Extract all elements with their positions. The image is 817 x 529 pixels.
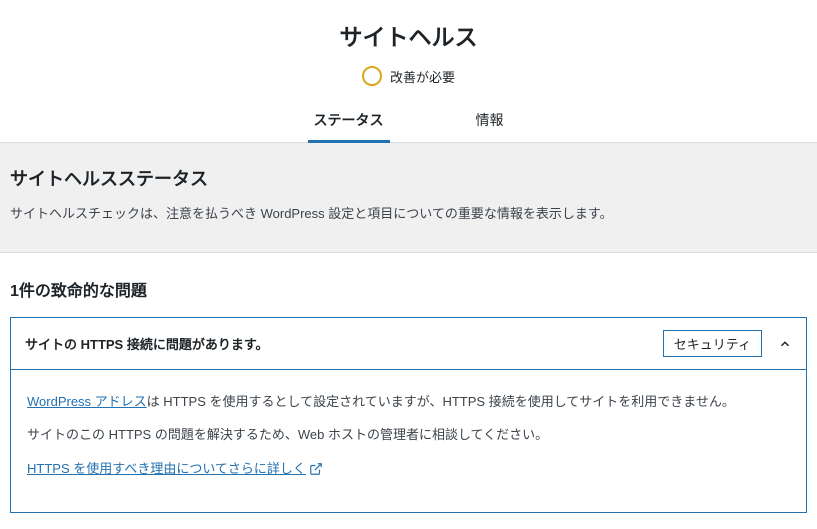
indicator-label: 改善が必要 <box>390 67 455 86</box>
status-heading: サイトヘルスステータス <box>10 165 807 191</box>
progress-circle-icon <box>362 66 382 86</box>
issue-title: サイトの HTTPS 接続に問題があります。 <box>25 334 269 353</box>
tabs: ステータス 情報 <box>0 102 817 143</box>
issue-p1: WordPress アドレスは HTTPS を使用するとして設定されていますが、… <box>27 390 790 413</box>
chevron-up-icon <box>778 337 792 351</box>
https-learn-more-link[interactable]: HTTPS を使用すべき理由についてさらに詳しく <box>27 461 306 476</box>
issue-p2: サイトのこの HTTPS の問題を解決するため、Web ホストの管理者に相談して… <box>27 423 790 446</box>
status-desc: サイトヘルスチェックは、注意を払うべき WordPress 設定と項目についての… <box>10 203 807 222</box>
issue-body: WordPress アドレスは HTTPS を使用するとして設定されていますが、… <box>11 370 806 512</box>
issue-link-row: HTTPS を使用すべき理由についてさらに詳しく <box>27 457 790 480</box>
wp-address-link[interactable]: WordPress アドレス <box>27 394 147 409</box>
external-link-icon <box>309 462 323 476</box>
tab-info[interactable]: 情報 <box>470 102 510 142</box>
tab-status[interactable]: ステータス <box>308 102 390 143</box>
security-badge: セキュリティ <box>663 330 762 357</box>
page-title: サイトヘルス <box>0 18 817 52</box>
issue-item: サイトの HTTPS 接続に問題があります。 セキュリティ WordPress … <box>10 317 807 513</box>
issue-header[interactable]: サイトの HTTPS 接続に問題があります。 セキュリティ <box>11 318 806 370</box>
health-indicator: 改善が必要 <box>0 66 817 86</box>
critical-heading: 1件の致命的な問題 <box>10 277 807 301</box>
